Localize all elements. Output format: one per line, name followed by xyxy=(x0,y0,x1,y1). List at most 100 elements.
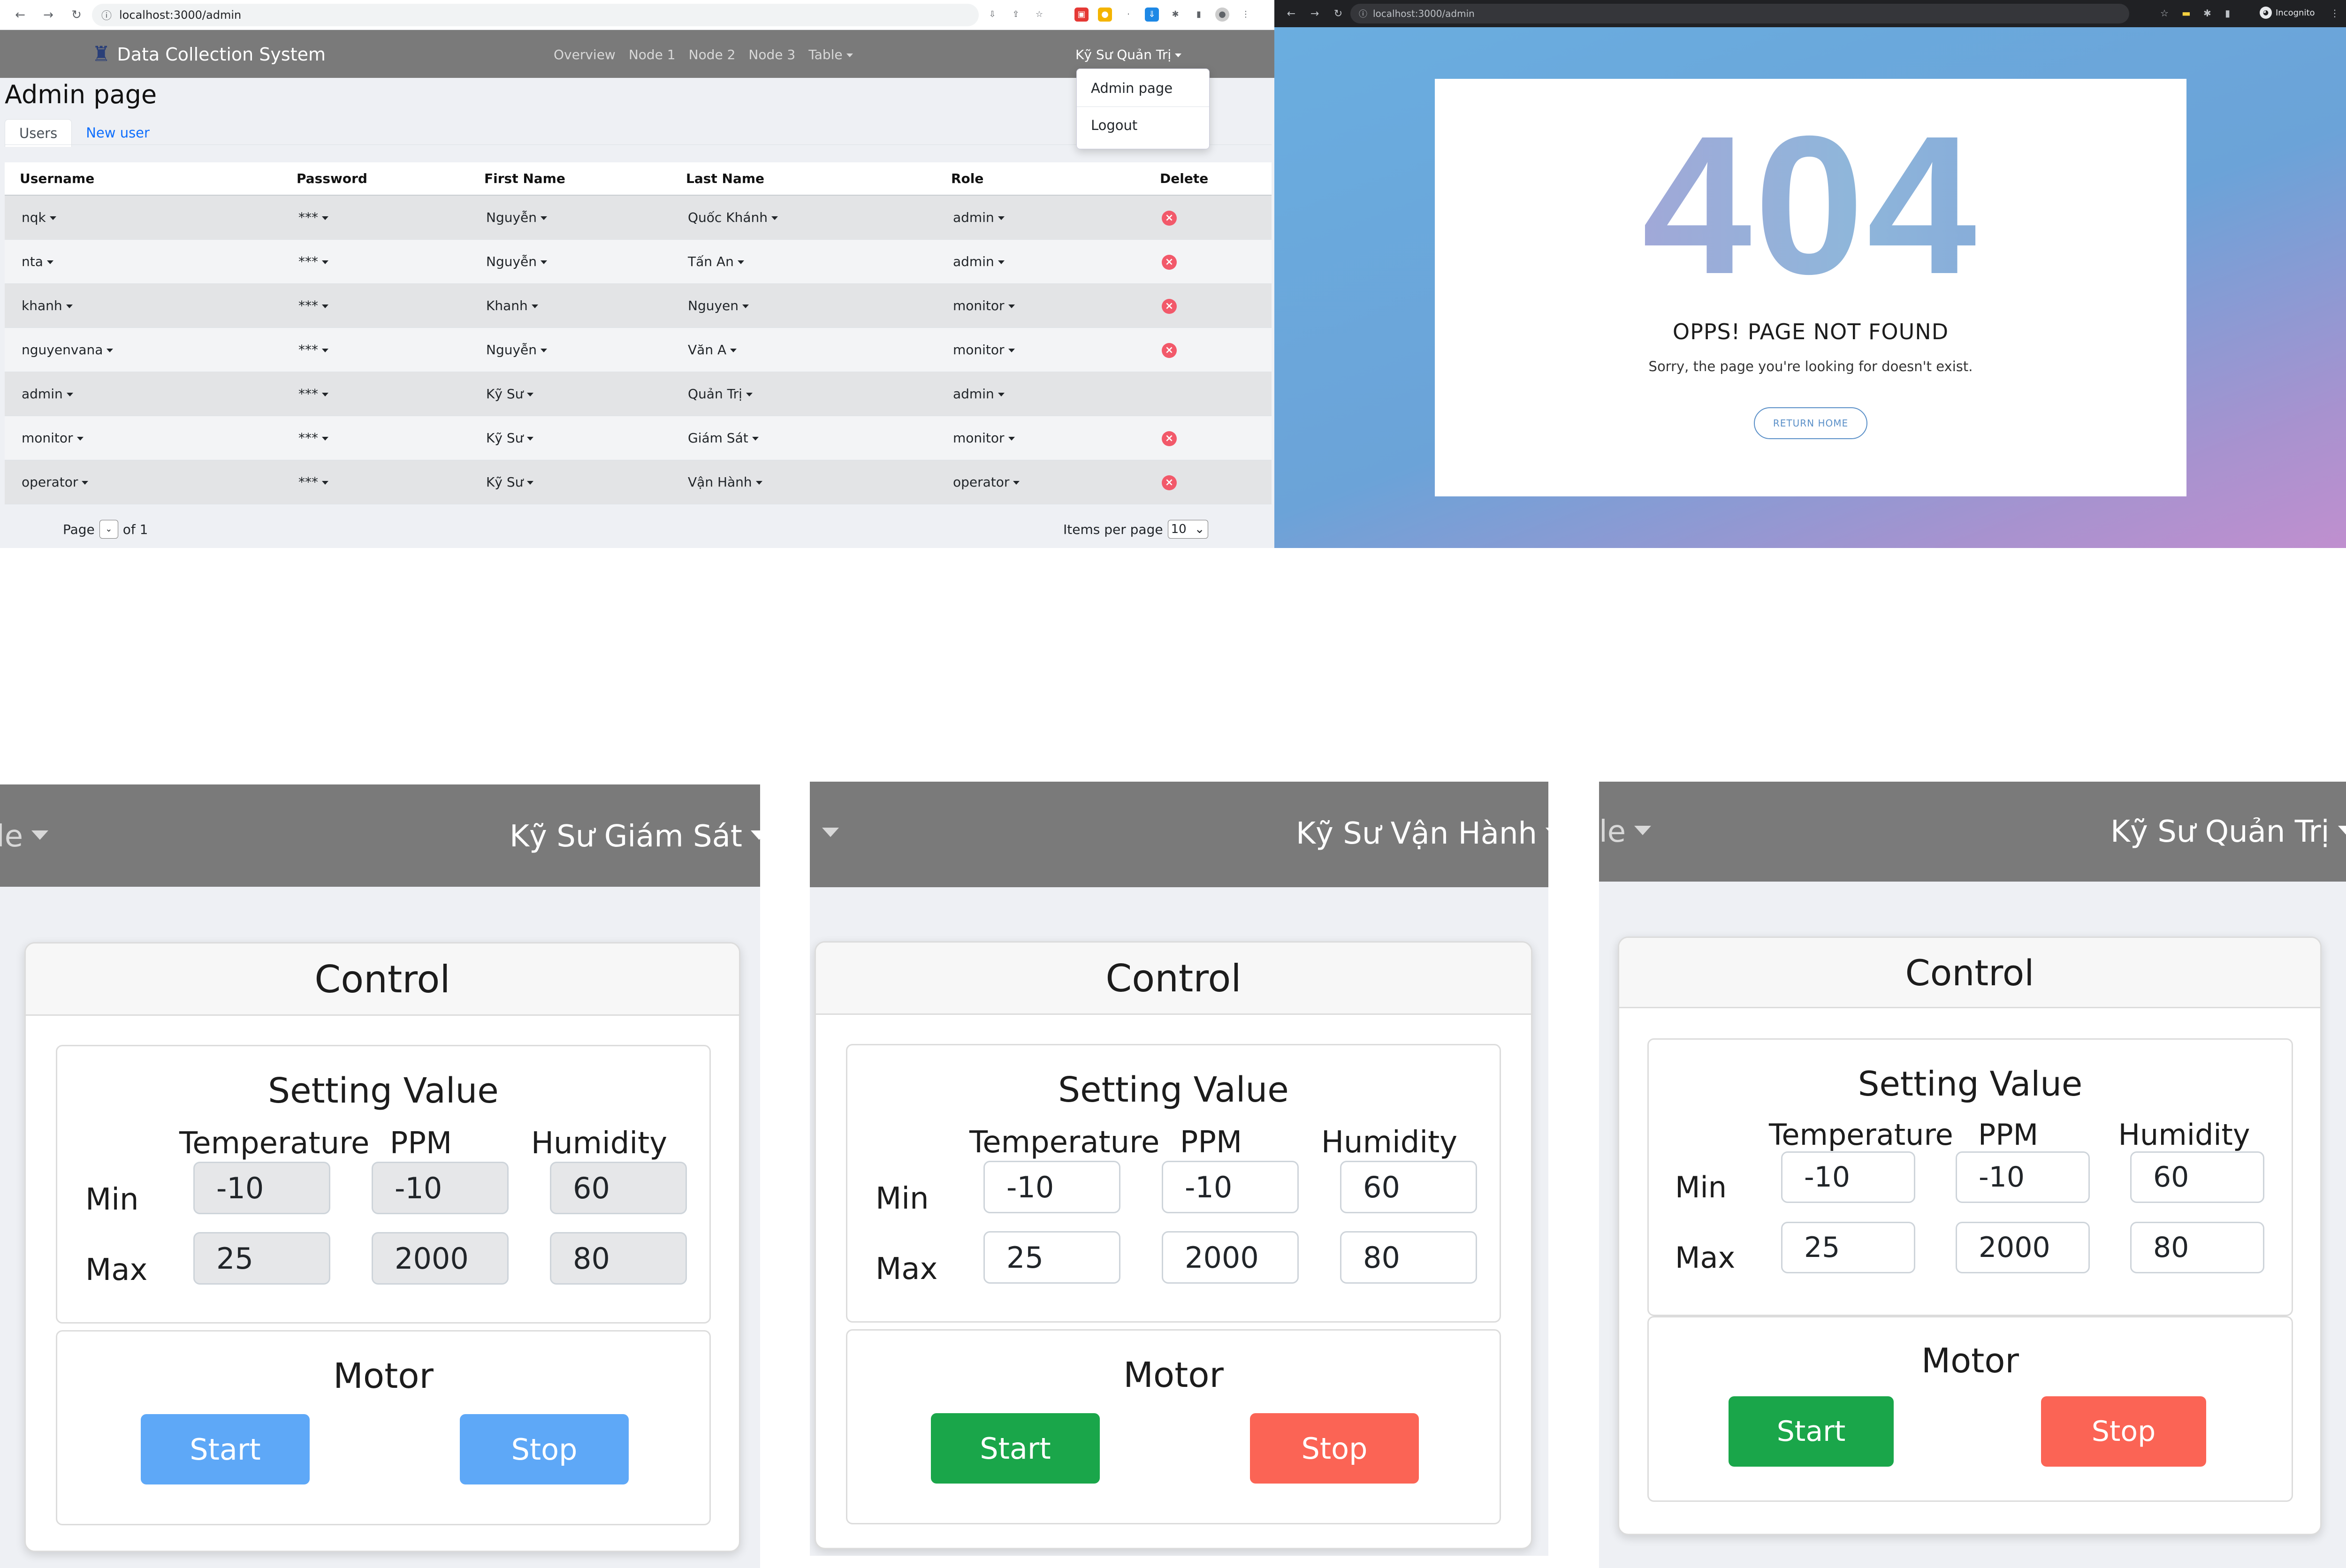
cell-password[interactable]: *** xyxy=(282,239,469,284)
nav-link-table[interactable]: Table xyxy=(808,47,853,62)
nav-link-overview[interactable]: Overview xyxy=(554,47,616,62)
extensions-puzzle-icon[interactable]: ✱ xyxy=(1168,8,1182,22)
back-arrow-icon[interactable]: ← xyxy=(1285,8,1298,20)
extension-small-icon[interactable]: · xyxy=(1121,8,1135,22)
tab-new-user[interactable]: New user xyxy=(72,119,164,147)
items-per-page-select[interactable]: 10 ⌄ xyxy=(1167,520,1208,539)
back-arrow-icon[interactable]: ← xyxy=(12,8,28,22)
cell-last-name[interactable]: Quốc Khánh xyxy=(671,195,936,240)
reload-icon[interactable]: ↻ xyxy=(69,8,84,22)
cell-username[interactable]: operator xyxy=(5,460,282,504)
cell-first-name[interactable]: Kỹ Sư xyxy=(469,416,671,460)
cell-first-name[interactable]: Kỹ Sư xyxy=(469,372,671,416)
extension-red-icon[interactable]: ▣ xyxy=(1074,8,1089,22)
extensions-puzzle-icon[interactable]: ✱ xyxy=(2203,8,2211,19)
min-ppm-input[interactable]: -10 xyxy=(1956,1151,2090,1203)
cell-last-name[interactable]: Văn A xyxy=(671,327,936,372)
cell-role[interactable]: monitor xyxy=(936,327,1145,372)
cell-first-name[interactable]: Nguyễn xyxy=(469,195,671,240)
motor-start-button[interactable]: Start xyxy=(141,1414,310,1484)
min-humidity-input[interactable]: 60 xyxy=(2130,1151,2264,1203)
delete-user-icon[interactable]: × xyxy=(1162,431,1177,446)
dropdown-item-logout[interactable]: Logout xyxy=(1077,113,1209,138)
cell-first-name[interactable]: Khanh xyxy=(469,283,671,328)
nav-link-node-3[interactable]: Node 3 xyxy=(748,47,795,62)
cell-username[interactable]: nta xyxy=(5,239,282,284)
cell-password[interactable]: *** xyxy=(282,195,469,240)
cell-last-name[interactable]: Giám Sát xyxy=(671,416,936,460)
more-menu-icon[interactable]: ⋮ xyxy=(1239,8,1253,22)
dropdown-item-admin-page[interactable]: Admin page xyxy=(1077,76,1209,101)
cell-first-name[interactable]: Nguyễn xyxy=(469,239,671,284)
cell-username[interactable]: nguyenvana xyxy=(5,327,282,372)
incognito-indicator[interactable]: ◕ Incognito xyxy=(2260,7,2315,19)
cell-role[interactable]: operator xyxy=(936,460,1145,504)
user-menu-toggle[interactable]: Kỹ Sư Quản Trị xyxy=(1075,47,1181,62)
motor-stop-button[interactable]: Stop xyxy=(2041,1396,2206,1467)
navbar-brand[interactable]: ♜ Data Collection System xyxy=(92,42,326,66)
return-home-button[interactable]: RETURN HOME xyxy=(1754,407,1867,439)
cell-username[interactable]: admin xyxy=(5,372,282,416)
min-ppm-input[interactable]: -10 xyxy=(1162,1161,1299,1213)
cell-role[interactable]: admin xyxy=(936,372,1145,416)
cell-last-name[interactable]: Nguyen xyxy=(671,283,936,328)
delete-user-icon[interactable]: × xyxy=(1162,299,1177,314)
user-role-menu[interactable]: Kỹ Sư Vận Hành xyxy=(1296,816,1548,851)
delete-user-icon[interactable]: × xyxy=(1162,343,1177,358)
extension-icon[interactable]: ▬ xyxy=(2182,8,2191,19)
forward-arrow-icon[interactable]: → xyxy=(40,8,56,22)
nav-fragment-dropdown[interactable]: le xyxy=(1599,814,1651,849)
cell-password[interactable]: *** xyxy=(282,460,469,504)
share-icon[interactable]: ⇪ xyxy=(1009,8,1023,22)
extension-blue-icon[interactable]: ⇓ xyxy=(1145,8,1159,22)
tab-users[interactable]: Users xyxy=(5,119,72,147)
extension-yellow-icon[interactable]: ● xyxy=(1098,8,1112,22)
max-ppm-input[interactable]: 2000 xyxy=(1162,1231,1299,1284)
delete-user-icon[interactable]: × xyxy=(1162,475,1177,490)
site-info-icon[interactable]: ⓘ xyxy=(1359,8,1367,20)
motor-stop-button[interactable]: Stop xyxy=(1250,1413,1419,1484)
cell-role[interactable]: monitor xyxy=(936,283,1145,328)
cell-password[interactable]: *** xyxy=(282,327,469,372)
side-panel-icon[interactable]: ▮ xyxy=(2225,8,2230,19)
cell-username[interactable]: khanh xyxy=(5,283,282,328)
side-panel-icon[interactable]: ▮ xyxy=(1192,8,1206,22)
max-temperature-input[interactable]: 25 xyxy=(983,1231,1120,1284)
cell-password[interactable]: *** xyxy=(282,416,469,460)
cell-first-name[interactable]: Nguyễn xyxy=(469,327,671,372)
motor-start-button[interactable]: Start xyxy=(931,1413,1100,1484)
cell-role[interactable]: admin xyxy=(936,195,1145,240)
address-bar[interactable]: ⓘ localhost:3000/admin xyxy=(92,4,979,26)
cell-role[interactable]: admin xyxy=(936,239,1145,284)
motor-stop-button[interactable]: Stop xyxy=(460,1414,629,1484)
reload-icon[interactable]: ↻ xyxy=(1332,8,1345,20)
more-menu-icon[interactable]: ⋮ xyxy=(2330,8,2339,19)
nav-link-node-2[interactable]: Node 2 xyxy=(689,47,736,62)
bookmark-star-icon[interactable]: ☆ xyxy=(2160,8,2169,19)
nav-fragment-dropdown[interactable]: le xyxy=(0,819,48,854)
cell-username[interactable]: nqk xyxy=(5,195,282,240)
cell-password[interactable]: *** xyxy=(282,372,469,416)
install-icon[interactable]: ⇩ xyxy=(985,8,999,22)
max-humidity-input[interactable]: 80 xyxy=(2130,1222,2264,1273)
min-humidity-input[interactable]: 60 xyxy=(1340,1161,1477,1213)
delete-user-icon[interactable]: × xyxy=(1162,255,1177,270)
bookmark-star-icon[interactable]: ☆ xyxy=(1032,8,1046,22)
page-select[interactable]: ⌄ xyxy=(99,520,118,539)
cell-username[interactable]: monitor xyxy=(5,416,282,460)
delete-user-icon[interactable]: × xyxy=(1162,211,1177,226)
nav-fragment-dropdown[interactable] xyxy=(814,816,839,851)
min-temperature-input[interactable]: -10 xyxy=(1781,1151,1915,1203)
nav-link-node-1[interactable]: Node 1 xyxy=(629,47,676,62)
cell-last-name[interactable]: Tấn An xyxy=(671,239,936,284)
user-role-menu[interactable]: Kỹ Sư Quản Trị xyxy=(2110,814,2346,849)
site-info-icon[interactable]: ⓘ xyxy=(101,8,112,23)
max-temperature-input[interactable]: 25 xyxy=(1781,1222,1915,1273)
max-ppm-input[interactable]: 2000 xyxy=(1956,1222,2090,1273)
cell-password[interactable]: *** xyxy=(282,283,469,328)
cell-last-name[interactable]: Quản Trị xyxy=(671,372,936,416)
forward-arrow-icon[interactable]: → xyxy=(1308,8,1321,20)
address-bar[interactable]: ⓘ localhost:3000/admin xyxy=(1350,4,2129,23)
user-role-menu[interactable]: Kỹ Sư Giám Sát xyxy=(510,819,760,854)
profile-avatar-icon[interactable]: ● xyxy=(1215,8,1229,22)
